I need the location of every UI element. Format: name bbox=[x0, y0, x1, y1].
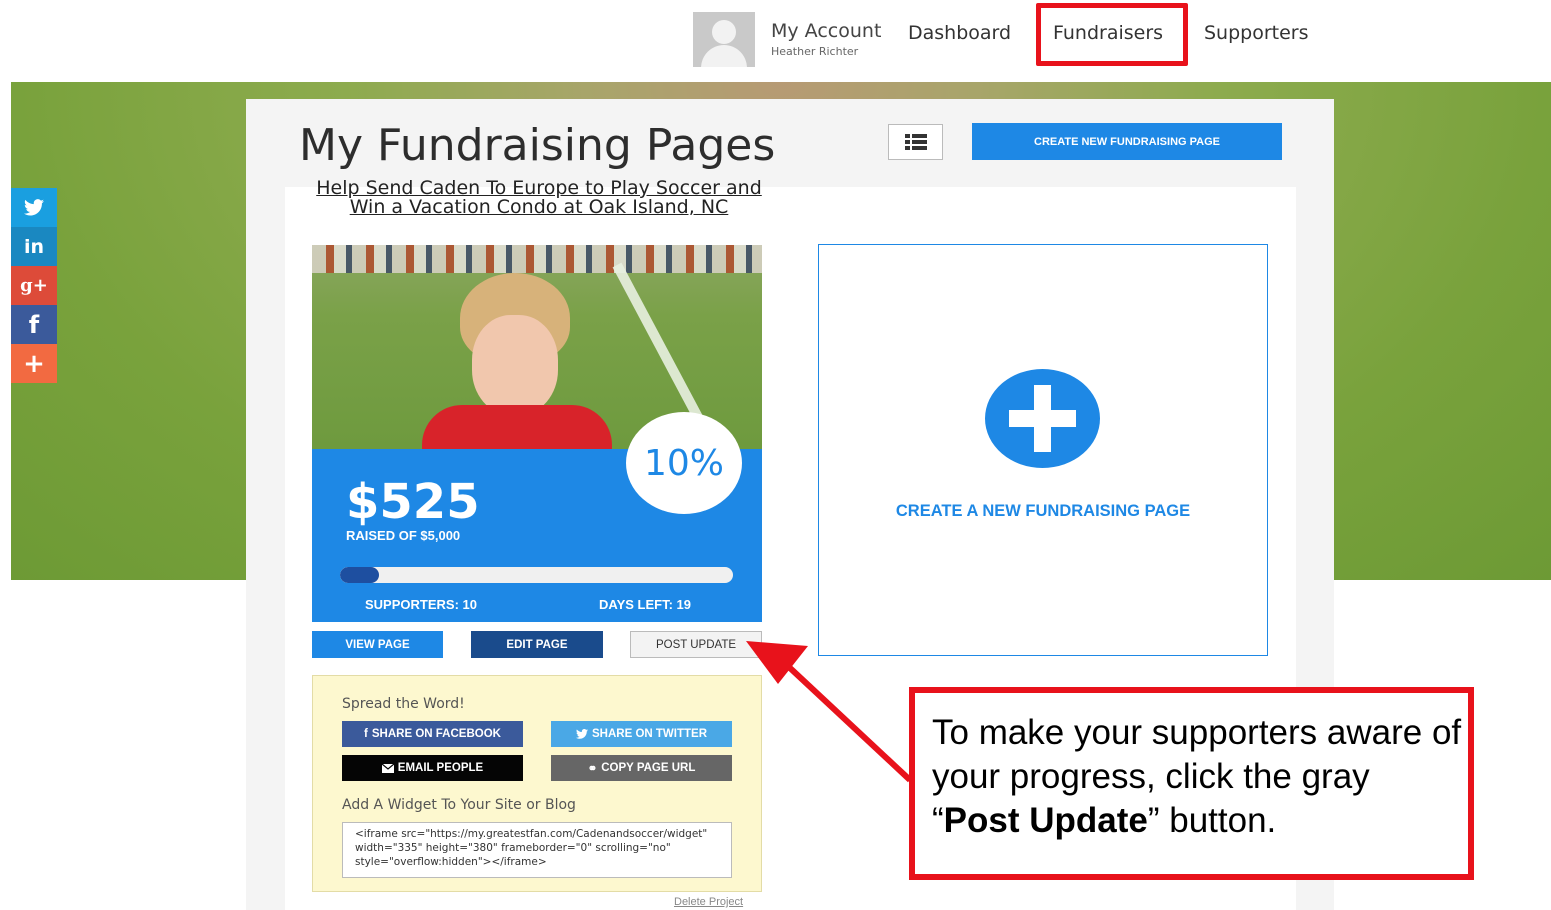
envelope-icon bbox=[381, 763, 394, 773]
twitter-share-button[interactable] bbox=[11, 188, 57, 227]
supporters-count: SUPPORTERS: 10 bbox=[365, 597, 477, 612]
list-icon bbox=[904, 134, 927, 150]
link-icon: ⚭ bbox=[587, 763, 598, 775]
photo-crowd bbox=[312, 245, 762, 273]
top-navigation: My Account Heather Richter Dashboard Fun… bbox=[0, 0, 1551, 82]
days-left: DAYS LEFT: 19 bbox=[599, 597, 691, 612]
share-facebook-label: SHARE ON FACEBOOK bbox=[371, 728, 501, 740]
share-on-twitter-button[interactable]: SHARE ON TWITTER bbox=[551, 721, 732, 747]
nav-dashboard[interactable]: Dashboard bbox=[908, 22, 1011, 44]
widget-code-textarea[interactable]: <iframe src="https://my.greatestfan.com/… bbox=[342, 822, 732, 878]
widget-label: Add A Widget To Your Site or Blog bbox=[342, 797, 576, 813]
progress-bar-fill bbox=[340, 567, 380, 583]
twitter-icon bbox=[24, 199, 44, 216]
post-update-button[interactable]: POST UPDATE bbox=[630, 631, 762, 658]
delete-project-link[interactable]: Delete Project bbox=[674, 896, 743, 908]
amount-raised: $525 bbox=[346, 474, 480, 530]
add-circle-icon[interactable] bbox=[985, 369, 1100, 468]
annotation-text: To make your supporters aware of your pr… bbox=[932, 711, 1462, 843]
share-on-facebook-button[interactable]: f SHARE ON FACEBOOK bbox=[342, 721, 523, 747]
googleplus-icon: g+ bbox=[20, 275, 48, 296]
nav-supporters[interactable]: Supporters bbox=[1204, 22, 1309, 44]
view-page-button[interactable]: VIEW PAGE bbox=[312, 631, 443, 658]
annotation-text-after: ” button. bbox=[1147, 801, 1277, 840]
project-title-link[interactable]: Help Send Caden To Europe to Play Soccer… bbox=[305, 179, 773, 217]
avatar-head-shape bbox=[712, 20, 736, 44]
annotation-text-bold: Post Update bbox=[943, 801, 1148, 840]
create-new-fundraising-card-label[interactable]: CREATE A NEW FUNDRAISING PAGE bbox=[818, 502, 1268, 521]
page-title: My Fundraising Pages bbox=[299, 120, 776, 171]
user-avatar[interactable] bbox=[693, 12, 755, 67]
share-twitter-label: SHARE ON TWITTER bbox=[592, 728, 707, 740]
facebook-share-button[interactable]: f bbox=[11, 305, 57, 344]
photo-shirt bbox=[422, 405, 612, 449]
fundraisers-highlight-box bbox=[1036, 3, 1188, 66]
account-user-name: Heather Richter bbox=[771, 45, 859, 58]
email-people-button[interactable]: EMAIL PEOPLE bbox=[342, 755, 523, 781]
edit-page-button[interactable]: EDIT PAGE bbox=[471, 631, 603, 658]
avatar-body-shape bbox=[701, 45, 747, 67]
googleplus-share-button[interactable]: g+ bbox=[11, 266, 57, 305]
my-account-link[interactable]: My Account bbox=[771, 20, 881, 42]
create-new-fundraising-page-button[interactable]: CREATE NEW FUNDRAISING PAGE bbox=[972, 123, 1282, 160]
progress-bar bbox=[340, 567, 733, 583]
plus-vertical-bar bbox=[1034, 385, 1051, 452]
list-view-button[interactable] bbox=[888, 124, 943, 160]
linkedin-icon: in bbox=[23, 235, 45, 258]
facebook-icon: f bbox=[28, 310, 40, 339]
plus-icon: + bbox=[23, 348, 45, 379]
email-people-label: EMAIL PEOPLE bbox=[397, 762, 484, 774]
facebook-icon: f bbox=[364, 728, 368, 740]
goal-label: RAISED OF $5,000 bbox=[346, 528, 461, 543]
more-share-button[interactable]: + bbox=[11, 344, 57, 383]
copy-page-url-button[interactable]: ⚭ COPY PAGE URL bbox=[551, 755, 732, 781]
linkedin-share-button[interactable]: in bbox=[11, 227, 57, 266]
spread-the-word-title: Spread the Word! bbox=[342, 696, 465, 712]
copy-url-label: COPY PAGE URL bbox=[601, 762, 696, 774]
percent-funded-badge: 10% bbox=[626, 412, 742, 514]
twitter-icon bbox=[576, 729, 588, 739]
photo-face bbox=[472, 315, 558, 415]
